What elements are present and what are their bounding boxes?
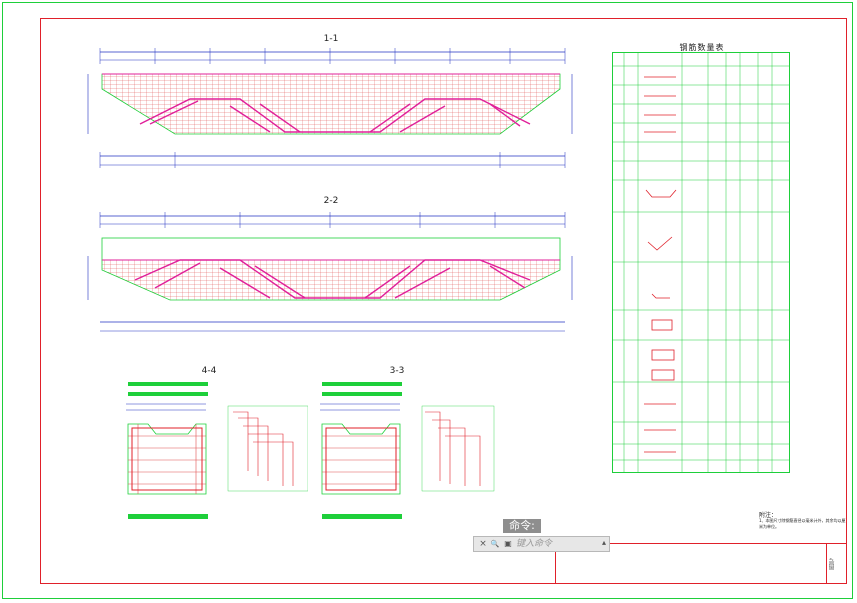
- section-3-drawing: [320, 382, 495, 519]
- note-text: 1、本图尺寸除钢筋直径以毫米计外，其余均以厘米为单位。: [759, 518, 846, 529]
- close-icon[interactable]: ×: [478, 538, 488, 550]
- search-icon[interactable]: 🔍: [490, 538, 500, 550]
- drawing-number-stamp: 图号: [829, 558, 836, 570]
- section-2-title: 2-2: [323, 196, 339, 206]
- command-line-bar[interactable]: × 🔍 ▣ 键入命令 ▴: [473, 536, 610, 552]
- section-3-title: 3-3: [389, 366, 405, 376]
- recent-commands-icon[interactable]: ▣: [502, 538, 514, 550]
- section-4-drawing: [126, 382, 308, 519]
- section-4-title: 4-4: [201, 366, 217, 376]
- rebar-table-grid: [612, 52, 790, 473]
- section-1-title: 1-1: [323, 34, 339, 44]
- command-label: 命令:: [503, 519, 541, 533]
- title-block-divider: [826, 543, 827, 584]
- command-input[interactable]: 键入命令: [516, 538, 598, 550]
- section-1-drawing: [87, 48, 573, 168]
- section-2-drawing: [87, 212, 573, 332]
- chevron-up-icon[interactable]: ▴: [602, 538, 606, 547]
